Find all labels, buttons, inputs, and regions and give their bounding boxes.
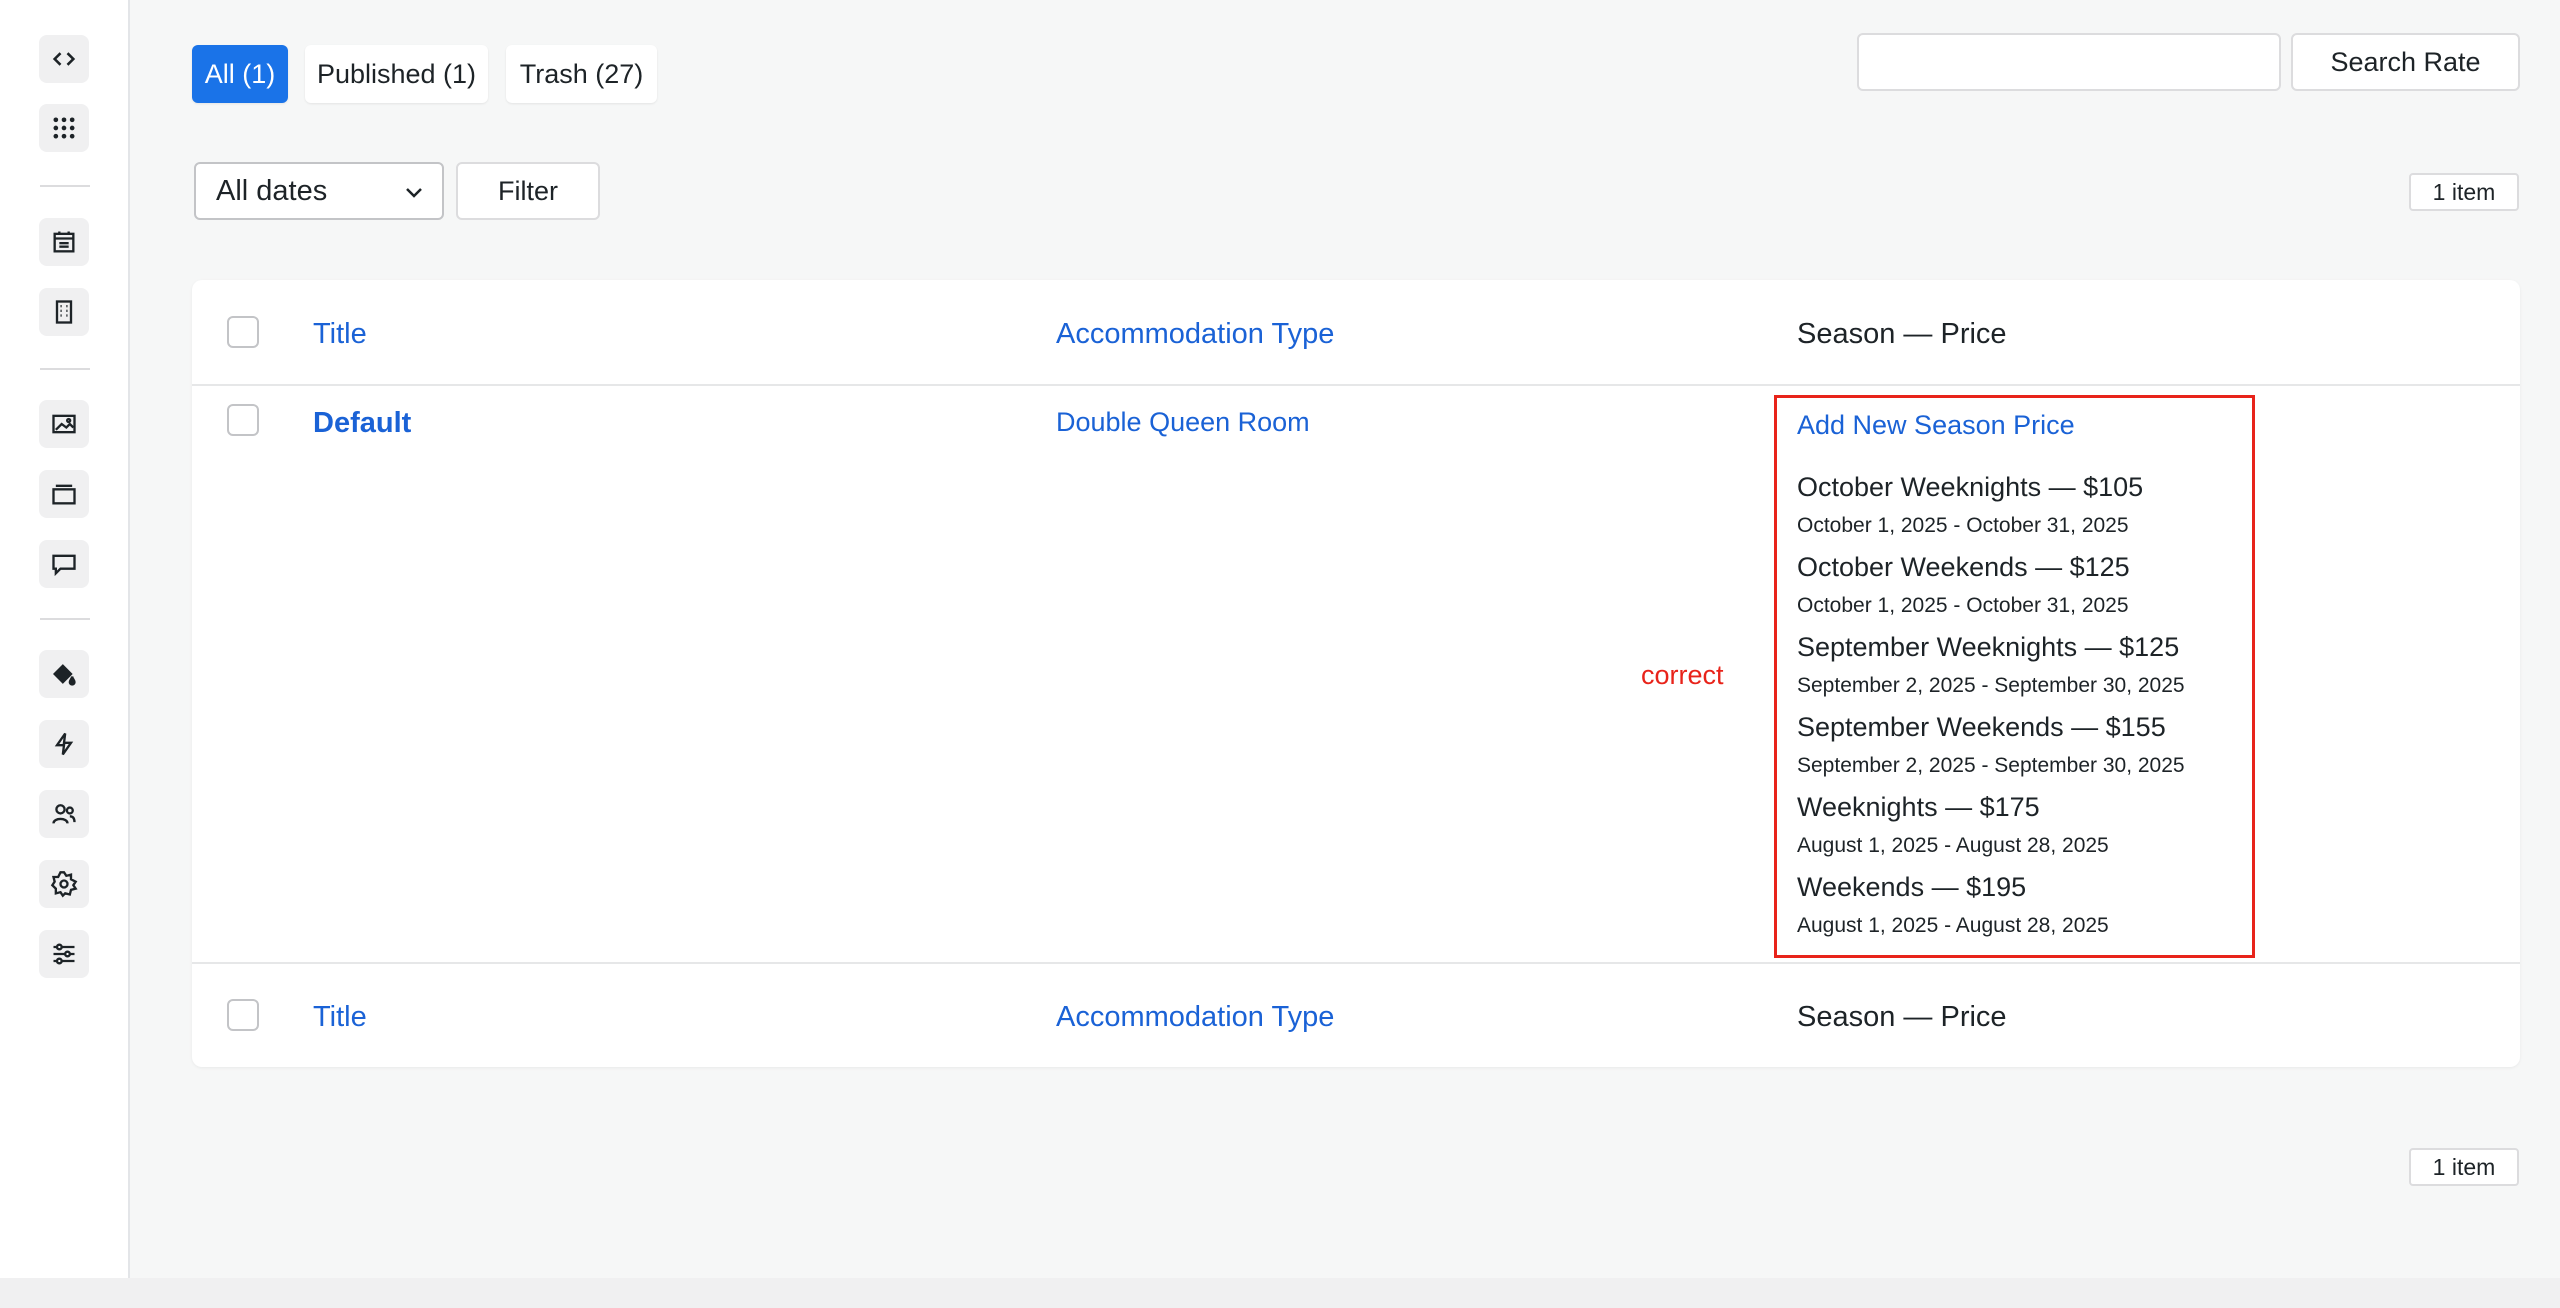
row-checkbox[interactable] (227, 404, 259, 436)
column-season-price: Season — Price (1797, 318, 2007, 350)
season-item: Weekends — $195 August 1, 2025 - August … (1797, 870, 2237, 950)
header-divider (192, 384, 2520, 386)
chevron-down-icon (406, 188, 422, 198)
season-name: Weeknights — $175 (1797, 792, 2040, 822)
season-name: October Weekends — $125 (1797, 552, 2130, 582)
accommodation-type-link[interactable]: Double Queen Room (1056, 407, 1310, 438)
settings-icon[interactable] (39, 860, 89, 908)
season-name: September Weeknights — $125 (1797, 632, 2180, 662)
sliders-icon[interactable] (39, 930, 89, 978)
item-count-bottom: 1 item (2409, 1148, 2519, 1186)
search-input[interactable] (1857, 33, 2281, 91)
image-icon[interactable] (39, 400, 89, 448)
season-name: October Weeknights — $105 (1797, 472, 2144, 502)
tab-all[interactable]: All (1) (192, 45, 288, 103)
season-dates: September 2, 2025 - September 30, 2025 (1797, 754, 2185, 777)
season-name: September Weekends — $155 (1797, 712, 2166, 742)
select-all-checkbox[interactable] (227, 316, 259, 348)
date-filter-select[interactable]: All dates (194, 162, 444, 220)
column-season-price-footer: Season — Price (1797, 1001, 2007, 1033)
column-title[interactable]: Title (313, 318, 367, 351)
building-icon[interactable] (39, 288, 89, 336)
footer-divider (192, 962, 2520, 964)
season-item: October Weekends — $125 October 1, 2025 … (1797, 550, 2237, 630)
season-item: October Weeknights — $105 October 1, 202… (1797, 470, 2237, 550)
season-item: September Weeknights — $125 September 2,… (1797, 630, 2237, 710)
add-season-price-link[interactable]: Add New Season Price (1797, 410, 2075, 441)
sidebar-divider (40, 185, 90, 187)
item-count-top: 1 item (2409, 173, 2519, 211)
layers-icon[interactable] (39, 470, 89, 518)
bottom-strip (0, 1278, 2560, 1308)
column-accommodation-type[interactable]: Accommodation Type (1056, 318, 1334, 351)
filter-button[interactable]: Filter (456, 162, 600, 220)
users-icon[interactable] (39, 790, 89, 838)
season-price-list: October Weeknights — $105 October 1, 202… (1797, 470, 2237, 950)
select-all-checkbox-footer[interactable] (227, 999, 259, 1031)
sidebar-divider (40, 368, 90, 370)
season-item: September Weekends — $155 September 2, 2… (1797, 710, 2237, 790)
season-dates: September 2, 2025 - September 30, 2025 (1797, 674, 2185, 697)
date-filter-value: All dates (216, 174, 328, 207)
season-dates: August 1, 2025 - August 28, 2025 (1797, 834, 2109, 857)
code-icon[interactable] (39, 35, 89, 83)
column-title-footer[interactable]: Title (313, 1001, 367, 1034)
row-title-link[interactable]: Default (313, 407, 411, 440)
annotation-note: correct (1641, 660, 1724, 690)
calendar-icon[interactable] (39, 218, 89, 266)
column-accommodation-type-footer[interactable]: Accommodation Type (1056, 1001, 1334, 1034)
tab-published[interactable]: Published (1) (305, 45, 488, 103)
season-dates: October 1, 2025 - October 31, 2025 (1797, 514, 2129, 537)
paint-bucket-icon[interactable] (39, 650, 89, 698)
season-dates: August 1, 2025 - August 28, 2025 (1797, 914, 2109, 937)
lightning-icon[interactable] (39, 720, 89, 768)
season-name: Weekends — $195 (1797, 872, 2027, 902)
apps-grid-icon[interactable] (39, 104, 89, 152)
comment-icon[interactable] (39, 540, 89, 588)
admin-sidebar (0, 0, 130, 1278)
season-item: Weeknights — $175 August 1, 2025 - Augus… (1797, 790, 2237, 870)
search-rate-button[interactable]: Search Rate (2291, 33, 2520, 91)
sidebar-divider (40, 618, 90, 620)
season-dates: October 1, 2025 - October 31, 2025 (1797, 594, 2129, 617)
tab-trash[interactable]: Trash (27) (506, 45, 657, 103)
